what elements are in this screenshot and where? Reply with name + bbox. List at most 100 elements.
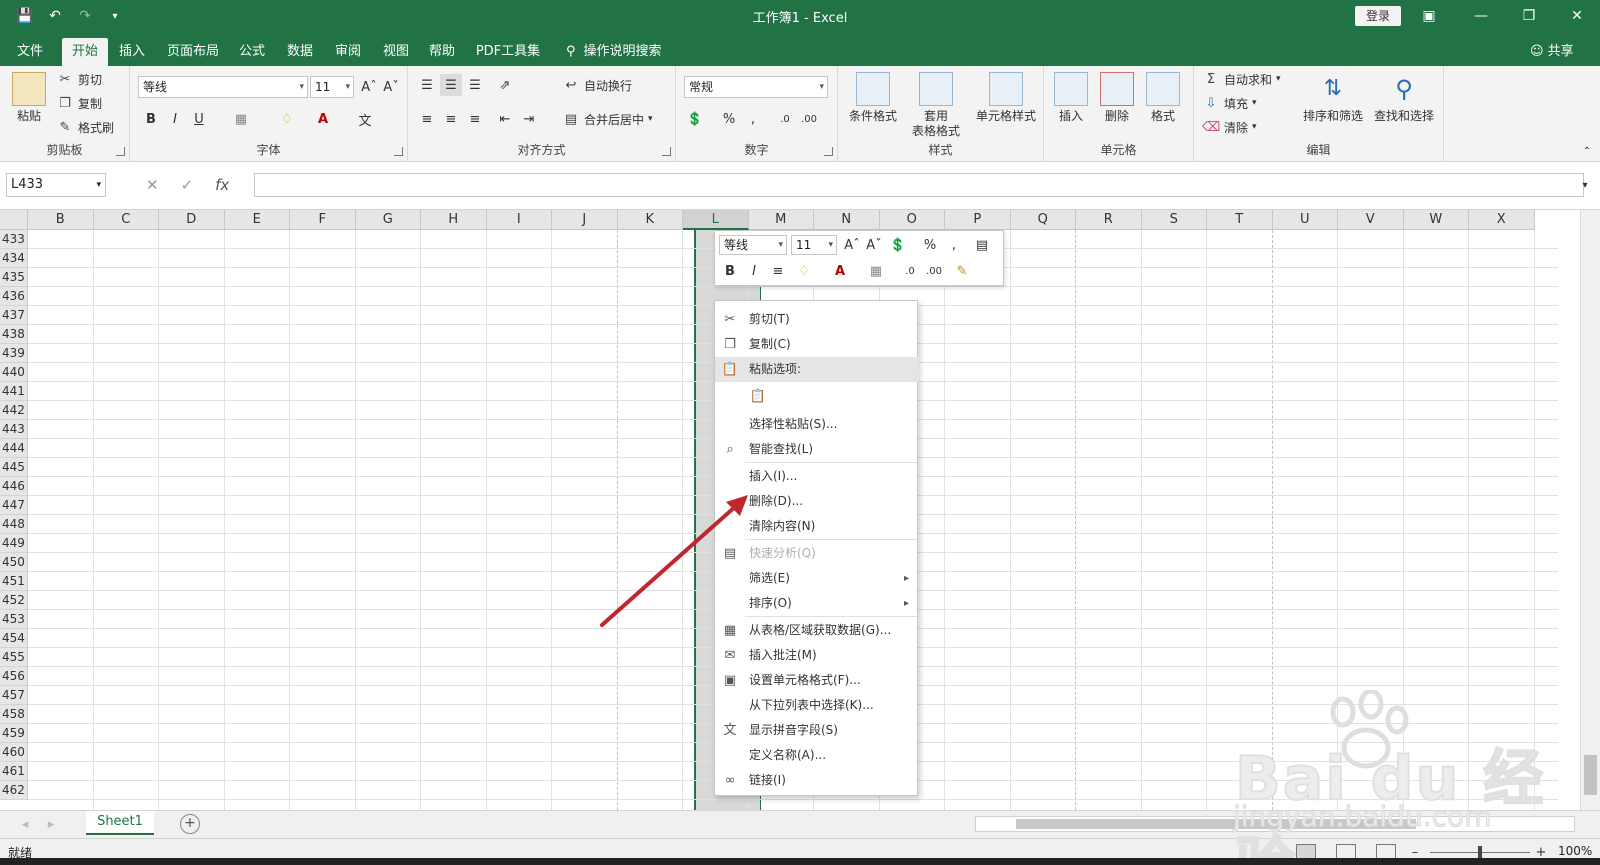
column-header-d[interactable]: D bbox=[159, 210, 225, 230]
row-header-441[interactable]: 441 bbox=[0, 382, 28, 401]
delete-cells-button[interactable]: 删除 bbox=[1096, 72, 1138, 124]
name-box[interactable]: L433 ▾ bbox=[6, 173, 106, 197]
row-header-458[interactable]: 458 bbox=[0, 705, 28, 724]
row-header-447[interactable]: 447 bbox=[0, 496, 28, 515]
comma-style-icon[interactable]: , bbox=[742, 108, 764, 130]
menu-item-cut[interactable]: ✂ 剪切(T) bbox=[715, 307, 919, 332]
column-header-j[interactable]: J bbox=[552, 210, 618, 230]
tab-data[interactable]: 数据 bbox=[280, 38, 320, 66]
format-painter-button[interactable]: ✎ 格式刷 bbox=[56, 118, 114, 136]
font-size-select[interactable]: 11 ▾ bbox=[310, 76, 354, 98]
row-header-456[interactable]: 456 bbox=[0, 667, 28, 686]
menu-item-paste-special[interactable]: 选择性粘贴(S)... bbox=[715, 412, 919, 437]
font-color-icon[interactable]: A bbox=[312, 108, 334, 130]
align-center-icon[interactable]: ≡ bbox=[440, 108, 462, 130]
row-header-445[interactable]: 445 bbox=[0, 458, 28, 477]
login-button[interactable]: 登录 bbox=[1355, 6, 1401, 26]
column-header-h[interactable]: H bbox=[421, 210, 487, 230]
menu-item-smart-lookup[interactable]: ⌕ 智能查找(L) bbox=[715, 437, 919, 462]
share-button[interactable]: ☺ 共享 bbox=[1530, 38, 1574, 66]
borders-icon[interactable]: ▦ bbox=[230, 108, 252, 130]
tab-page-layout[interactable]: 页面布局 bbox=[162, 38, 224, 66]
column-header-p[interactable]: P bbox=[945, 210, 1011, 230]
enter-icon[interactable]: ✓ bbox=[181, 176, 194, 194]
mini-increase-font-icon[interactable]: Aˆ bbox=[841, 234, 863, 256]
format-cells-button[interactable]: 格式 bbox=[1142, 72, 1184, 124]
row-header-453[interactable]: 453 bbox=[0, 610, 28, 629]
row-header-448[interactable]: 448 bbox=[0, 515, 28, 534]
tab-home[interactable]: 开始 bbox=[62, 38, 108, 66]
column-header-t[interactable]: T bbox=[1207, 210, 1273, 230]
menu-item-clear-contents[interactable]: 清除内容(N) bbox=[715, 514, 919, 539]
tab-insert[interactable]: 插入 bbox=[112, 38, 152, 66]
menu-item-paste-options[interactable]: 📋 粘贴选项: bbox=[715, 357, 919, 382]
row-header-459[interactable]: 459 bbox=[0, 724, 28, 743]
column-header-s[interactable]: S bbox=[1141, 210, 1207, 230]
increase-decimal-icon[interactable]: .0 bbox=[774, 108, 796, 130]
row-header-460[interactable]: 460 bbox=[0, 743, 28, 762]
mini-decrease-decimal-icon[interactable]: .00 bbox=[923, 260, 945, 282]
mini-font-size-select[interactable]: 11 ▾ bbox=[791, 235, 837, 255]
restore-icon[interactable]: ❐ bbox=[1512, 4, 1546, 28]
fill-color-icon[interactable]: ♢ bbox=[276, 108, 298, 130]
column-header-i[interactable]: I bbox=[486, 210, 552, 230]
row-header-455[interactable]: 455 bbox=[0, 648, 28, 667]
mini-merge-icon[interactable]: ▤ bbox=[971, 234, 993, 256]
column-header-q[interactable]: Q bbox=[1010, 210, 1076, 230]
insert-cells-button[interactable]: 插入 bbox=[1050, 72, 1092, 124]
clear-button[interactable]: ⌫ 清除 ▾ bbox=[1202, 118, 1257, 136]
mini-increase-decimal-icon[interactable]: .0 bbox=[899, 260, 921, 282]
cell-styles-button[interactable]: 单元格样式 bbox=[970, 72, 1042, 124]
tab-pdf-tools[interactable]: PDF工具集 bbox=[472, 38, 544, 66]
sheet-tab-sheet1[interactable]: Sheet1 bbox=[86, 811, 154, 835]
percent-icon[interactable]: % bbox=[718, 108, 740, 130]
decrease-font-icon[interactable]: Aˇ bbox=[380, 76, 402, 98]
row-header-450[interactable]: 450 bbox=[0, 553, 28, 572]
increase-indent-icon[interactable]: ⇥ bbox=[518, 108, 540, 130]
column-header-r[interactable]: R bbox=[1076, 210, 1142, 230]
menu-item-insert-comment[interactable]: ✉ 插入批注(M) bbox=[715, 643, 919, 668]
row-header-457[interactable]: 457 bbox=[0, 686, 28, 705]
column-header-n[interactable]: N bbox=[814, 210, 880, 230]
row-header-443[interactable]: 443 bbox=[0, 420, 28, 439]
column-header-l[interactable]: L bbox=[683, 210, 749, 230]
underline-icon[interactable]: U bbox=[188, 108, 210, 130]
row-header-449[interactable]: 449 bbox=[0, 534, 28, 553]
menu-item-insert[interactable]: 插入(I)... bbox=[715, 464, 919, 489]
row-header-442[interactable]: 442 bbox=[0, 401, 28, 420]
menu-item-format-cells[interactable]: ▣ 设置单元格格式(F)... bbox=[715, 668, 919, 693]
menu-item-pick-from-list[interactable]: 从下拉列表中选择(K)... bbox=[715, 693, 919, 718]
copy-button[interactable]: ❐ 复制 bbox=[56, 94, 102, 112]
accounting-format-icon[interactable]: 💲 bbox=[684, 108, 706, 130]
column-header-w[interactable]: W bbox=[1403, 210, 1469, 230]
bold-icon[interactable]: B bbox=[140, 108, 162, 130]
column-header-c[interactable]: C bbox=[93, 210, 159, 230]
row-header-454[interactable]: 454 bbox=[0, 629, 28, 648]
tab-formulas[interactable]: 公式 bbox=[232, 38, 272, 66]
column-header-g[interactable]: G bbox=[355, 210, 421, 230]
column-header-o[interactable]: O bbox=[879, 210, 945, 230]
next-sheet-icon[interactable]: ▸ bbox=[40, 813, 62, 835]
phonetic-icon[interactable]: 文 bbox=[354, 108, 376, 130]
column-header-u[interactable]: U bbox=[1272, 210, 1338, 230]
mini-font-name-select[interactable]: 等线 ▾ bbox=[719, 235, 787, 255]
cancel-icon[interactable]: ✕ bbox=[146, 176, 159, 194]
row-header-437[interactable]: 437 bbox=[0, 306, 28, 325]
menu-item-filter[interactable]: 筛选(E) ▸ bbox=[715, 566, 919, 591]
vertical-scroll-thumb[interactable] bbox=[1584, 755, 1597, 795]
wrap-text-button[interactable]: ↩ 自动换行 bbox=[562, 76, 632, 94]
zoom-level[interactable]: 100% bbox=[1558, 844, 1592, 858]
tell-me-search[interactable]: ⚲ 操作说明搜索 bbox=[566, 38, 662, 66]
column-header-m[interactable]: M bbox=[748, 210, 814, 230]
orientation-icon[interactable]: ⇗ bbox=[494, 74, 516, 96]
decrease-indent-icon[interactable]: ⇤ bbox=[494, 108, 516, 130]
column-header-f[interactable]: F bbox=[290, 210, 356, 230]
mini-percent-icon[interactable]: % bbox=[919, 234, 941, 256]
mini-decrease-font-icon[interactable]: Aˇ bbox=[863, 234, 885, 256]
italic-icon[interactable]: I bbox=[164, 108, 186, 130]
clipboard-launcher-icon[interactable] bbox=[116, 147, 125, 156]
collapse-ribbon-icon[interactable]: ⌃ bbox=[1576, 140, 1598, 162]
menu-item-sort[interactable]: 排序(O) ▸ bbox=[715, 591, 919, 616]
row-header-436[interactable]: 436 bbox=[0, 287, 28, 306]
mini-fill-color-icon[interactable]: ♢ bbox=[793, 260, 815, 282]
